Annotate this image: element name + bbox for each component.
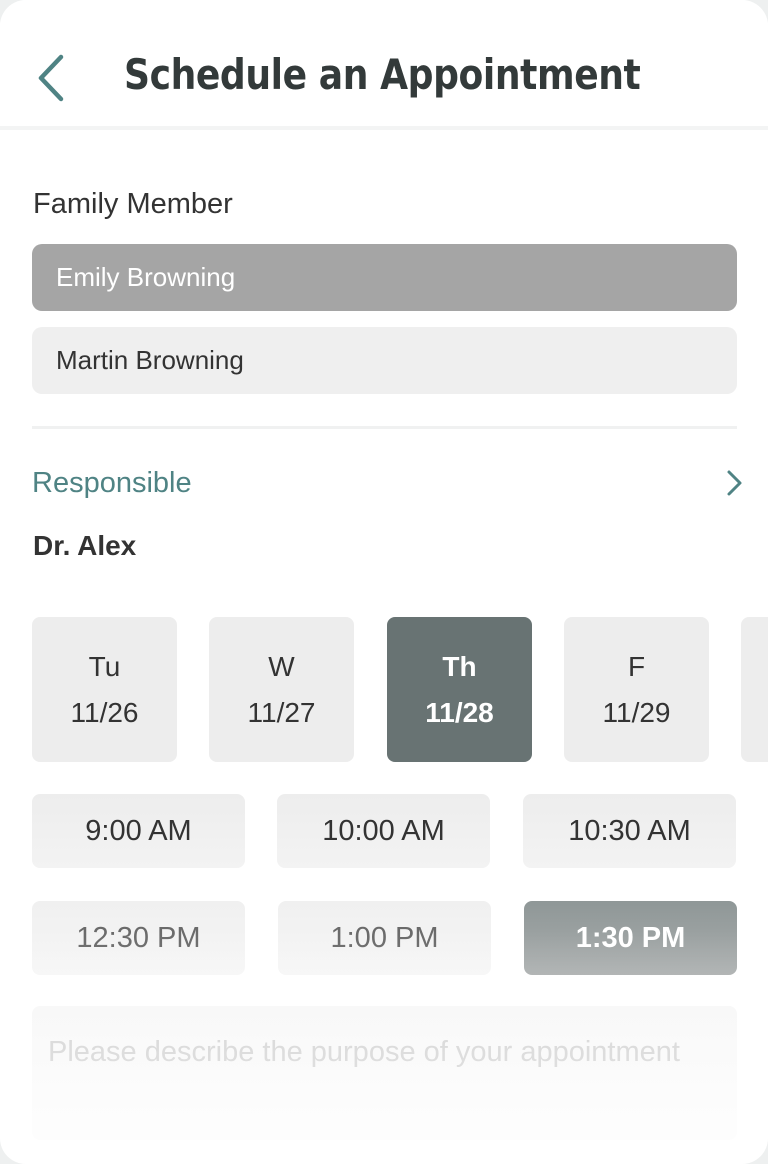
time-slot[interactable]: 9:00 AM	[32, 794, 245, 868]
family-member-name: Emily Browning	[56, 262, 236, 292]
time-slot-label: 12:30 PM	[76, 921, 201, 954]
responsible-label: Responsible	[32, 466, 192, 499]
day-tuesday[interactable]: Tu 11/26	[32, 617, 177, 762]
page-title: Schedule an Appointment	[124, 50, 641, 99]
day-date: 11/28	[425, 696, 494, 728]
chevron-right-icon	[727, 470, 742, 496]
day-friday[interactable]: F 11/29	[564, 617, 709, 762]
day-date: 11/29	[602, 696, 671, 728]
chevron-left-icon	[38, 54, 64, 102]
day-thursday[interactable]: Th 11/28	[387, 617, 532, 762]
purpose-placeholder: Please describe the purpose of your appo…	[48, 1036, 680, 1068]
responsible-row[interactable]: Responsible	[32, 458, 744, 508]
time-slot[interactable]: 1:00 PM	[278, 901, 491, 975]
family-member-martin[interactable]: Martin Browning	[32, 327, 737, 394]
family-member-name: Martin Browning	[56, 345, 244, 375]
time-slot-label: 10:00 AM	[322, 814, 445, 847]
day-date: 11/26	[70, 696, 139, 728]
time-slot-selected[interactable]: 1:30 PM	[524, 901, 737, 975]
time-slot[interactable]: 10:00 AM	[277, 794, 490, 868]
family-member-emily[interactable]: Emily Browning	[32, 244, 737, 311]
day-weekday: F	[627, 650, 646, 682]
divider	[32, 426, 737, 429]
purpose-textarea[interactable]: Please describe the purpose of your appo…	[32, 1006, 737, 1140]
time-slot-label: 1:00 PM	[330, 921, 439, 954]
appointment-screen: Schedule an Appointment Family Member Em…	[0, 0, 768, 1164]
time-slot-label: 1:30 PM	[575, 921, 686, 954]
day-weekday: W	[268, 650, 295, 682]
time-slot[interactable]: 12:30 PM	[32, 901, 245, 975]
back-button[interactable]	[22, 44, 78, 112]
day-date: 11/27	[247, 696, 316, 728]
family-member-label: Family Member	[33, 188, 233, 220]
doctor-name: Dr. Alex	[33, 530, 137, 561]
time-slot-label: 10:30 AM	[568, 814, 691, 847]
day-weekday: Tu	[88, 650, 121, 682]
time-slot-label: 9:00 AM	[85, 814, 192, 847]
day-wednesday[interactable]: W 11/27	[209, 617, 354, 762]
header: Schedule an Appointment	[0, 0, 768, 130]
day-next-partial[interactable]	[741, 617, 768, 762]
time-slot[interactable]: 10:30 AM	[523, 794, 736, 868]
day-weekday: Th	[442, 650, 477, 682]
